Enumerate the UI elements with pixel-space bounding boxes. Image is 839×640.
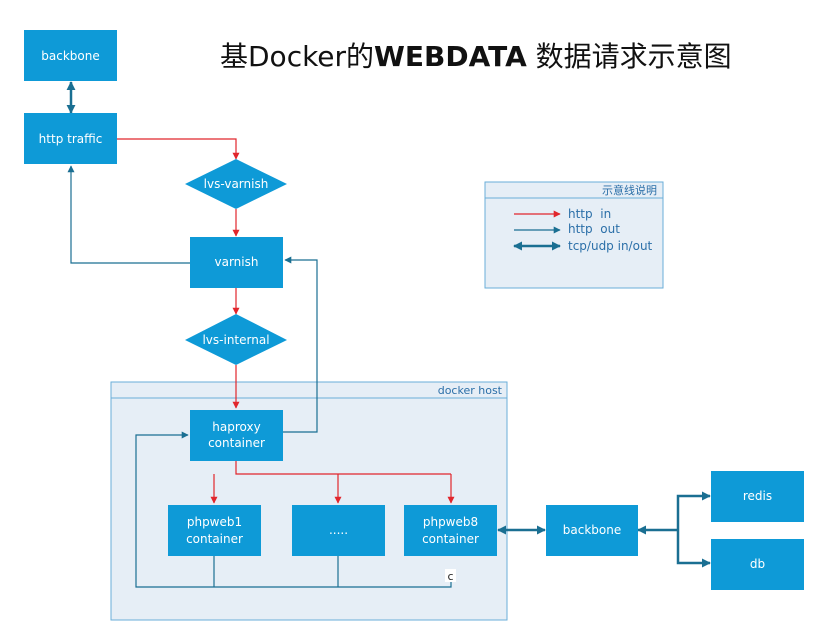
legend-label-http-in: http in	[568, 207, 611, 221]
diagram-title: 基Docker的WEBDATA 数据请求示意图	[220, 40, 732, 73]
node-haproxy-label-1: haproxy	[212, 420, 260, 434]
node-db-label: db	[750, 557, 765, 571]
node-redis-label: redis	[743, 489, 772, 503]
edge-split-redis	[676, 491, 711, 530]
node-haproxy-label-2: container	[208, 436, 265, 450]
node-lvs-varnish-label: lvs-varnish	[204, 177, 269, 191]
edge-http-traffic-lvs-varnish	[117, 138, 240, 160]
node-dots-label: .....	[329, 523, 348, 537]
title-prefix: 基Docker的	[220, 40, 374, 73]
node-backbone-right-label: backbone	[563, 523, 621, 537]
node-phpweb8	[404, 505, 497, 556]
node-phpweb1-label-1: phpweb1	[187, 515, 242, 529]
node-varnish-label: varnish	[215, 255, 259, 269]
edge-split-db	[676, 530, 711, 568]
docker-host-label: docker host	[438, 384, 503, 397]
node-phpweb1	[168, 505, 261, 556]
title-suffix: 数据请求示意图	[527, 40, 732, 73]
small-c-label: c	[447, 570, 453, 583]
node-phpweb8-label-2: container	[422, 532, 479, 546]
node-phpweb8-label-1: phpweb8	[423, 515, 478, 529]
node-lvs-internal-label: lvs-internal	[202, 333, 269, 347]
node-backbone-top-label: backbone	[41, 49, 99, 63]
edge-varnish-http-traffic	[67, 165, 190, 264]
title-bold: WEBDATA	[374, 40, 527, 73]
diagram-canvas: 基Docker的WEBDATA 数据请求示意图 docker host 示意线说…	[24, 30, 804, 621]
node-phpweb1-label-2: container	[186, 532, 243, 546]
legend-label-http-out: http out	[568, 222, 620, 236]
legend-title: 示意线说明	[602, 183, 657, 197]
node-http-traffic-label: http traffic	[39, 132, 103, 146]
legend-label-tcp: tcp/udp in/out	[568, 239, 653, 253]
docker-host-box	[110, 381, 508, 621]
